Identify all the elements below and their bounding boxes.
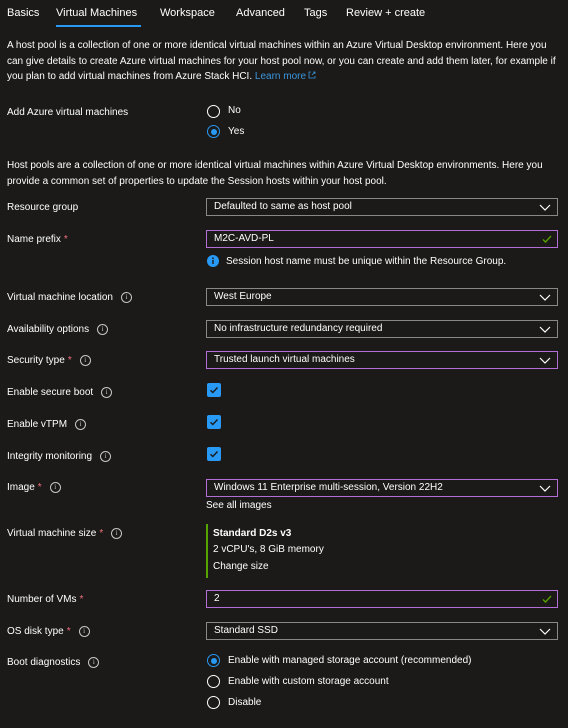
chevron-down-icon	[539, 204, 551, 211]
radio-add-vms-no[interactable]	[207, 105, 220, 118]
os-disk-value: Standard SSD	[214, 625, 278, 636]
change-size-link[interactable]: Change size	[213, 561, 269, 572]
see-all-images-link[interactable]: See all images	[206, 500, 272, 511]
info-icon[interactable]: i	[97, 324, 109, 335]
name-prefix-value: M2C-AVD-PL	[214, 233, 274, 244]
num-vms-input[interactable]: 2	[206, 590, 558, 608]
availability-value: No infrastructure redundancy required	[214, 323, 383, 334]
os-disk-dropdown[interactable]: Standard SSD	[206, 622, 558, 640]
vm-size-name: Standard D2s v3	[213, 528, 292, 539]
info-icon[interactable]: i	[101, 387, 113, 398]
vm-size-valid-bar	[206, 524, 208, 578]
tab-review-create[interactable]: Review + create	[346, 7, 425, 19]
info-icon[interactable]: i	[75, 419, 87, 430]
resource-group-label: Resource group	[7, 202, 79, 213]
resource-group-value: Defaulted to same as host pool	[214, 201, 352, 212]
radio-boot-disable-label: Disable	[228, 697, 262, 708]
tab-virtual-machines[interactable]: Virtual Machines	[56, 7, 137, 19]
info-circle-icon	[207, 255, 219, 267]
integrity-checkbox[interactable]	[207, 447, 221, 461]
valid-check-icon	[542, 235, 552, 243]
radio-boot-managed-label: Enable with managed storage account (rec…	[228, 655, 472, 666]
secure-boot-checkbox[interactable]	[207, 383, 221, 397]
tab-advanced[interactable]: Advanced	[236, 7, 285, 19]
chevron-down-icon	[539, 294, 551, 301]
os-disk-label: OS disk type * i	[7, 626, 90, 637]
tab-basics[interactable]: Basics	[7, 7, 39, 19]
checkmark-icon	[210, 387, 219, 394]
learn-more-link[interactable]: Learn more	[255, 71, 316, 82]
info-icon[interactable]: i	[111, 528, 123, 539]
external-link-icon	[308, 71, 316, 79]
vtpm-label: Enable vTPM i	[7, 419, 87, 430]
vm-size-specs: 2 vCPU's, 8 GiB memory	[213, 544, 324, 555]
num-vms-value: 2	[214, 593, 220, 604]
vtpm-checkbox[interactable]	[207, 415, 221, 429]
radio-boot-custom-label: Enable with custom storage account	[228, 676, 389, 687]
info-icon[interactable]: i	[88, 657, 100, 668]
info-icon[interactable]: i	[78, 626, 90, 637]
chevron-down-icon	[539, 485, 551, 492]
availability-label: Availability options i	[7, 324, 109, 335]
intro-text: A host pool is a collection of one or mo…	[7, 38, 563, 85]
vm-location-label: Virtual machine location i	[7, 292, 132, 303]
radio-boot-custom[interactable]	[207, 675, 220, 688]
checkmark-icon	[210, 451, 219, 458]
num-vms-label: Number of VMs *	[7, 594, 84, 605]
name-prefix-hint: Session host name must be unique within …	[226, 256, 507, 267]
host-pool-description: Host pools are a collection of one or mo…	[7, 160, 543, 187]
tab-tags[interactable]: Tags	[304, 7, 327, 19]
add-vms-label: Add Azure virtual machines	[7, 107, 129, 118]
security-type-dropdown[interactable]: Trusted launch virtual machines	[206, 351, 558, 369]
chevron-down-icon	[539, 326, 551, 333]
valid-check-icon	[542, 595, 552, 603]
active-tab-indicator	[56, 25, 141, 27]
boot-diag-label: Boot diagnostics i	[7, 657, 100, 668]
radio-boot-disable[interactable]	[207, 696, 220, 709]
image-value: Windows 11 Enterprise multi-session, Ver…	[214, 482, 443, 493]
image-label: Image * i	[7, 482, 61, 493]
image-dropdown[interactable]: Windows 11 Enterprise multi-session, Ver…	[206, 479, 558, 497]
security-type-value: Trusted launch virtual machines	[214, 354, 355, 365]
info-icon[interactable]: i	[79, 355, 91, 366]
info-icon[interactable]: i	[100, 451, 112, 462]
resource-group-dropdown[interactable]: Defaulted to same as host pool	[206, 198, 558, 216]
info-icon[interactable]: i	[49, 482, 61, 493]
security-type-label: Security type * i	[7, 355, 91, 366]
chevron-down-icon	[539, 357, 551, 364]
info-icon[interactable]: i	[121, 292, 132, 303]
radio-add-vms-no-label: No	[228, 105, 241, 116]
availability-dropdown[interactable]: No infrastructure redundancy required	[206, 320, 558, 338]
name-prefix-label: Name prefix *	[7, 234, 68, 245]
radio-boot-managed[interactable]	[207, 654, 220, 667]
name-prefix-input[interactable]: M2C-AVD-PL	[206, 230, 558, 248]
vm-location-value: West Europe	[214, 291, 272, 302]
tab-workspace[interactable]: Workspace	[160, 7, 215, 19]
integrity-label: Integrity monitoring i	[7, 451, 112, 462]
radio-add-vms-yes[interactable]	[207, 125, 220, 138]
vm-location-dropdown[interactable]: West Europe	[206, 288, 558, 306]
checkmark-icon	[210, 419, 219, 426]
vm-size-label: Virtual machine size * i	[7, 528, 123, 539]
radio-add-vms-yes-label: Yes	[228, 126, 245, 137]
chevron-down-icon	[539, 628, 551, 635]
secure-boot-label: Enable secure boot i	[7, 387, 113, 398]
